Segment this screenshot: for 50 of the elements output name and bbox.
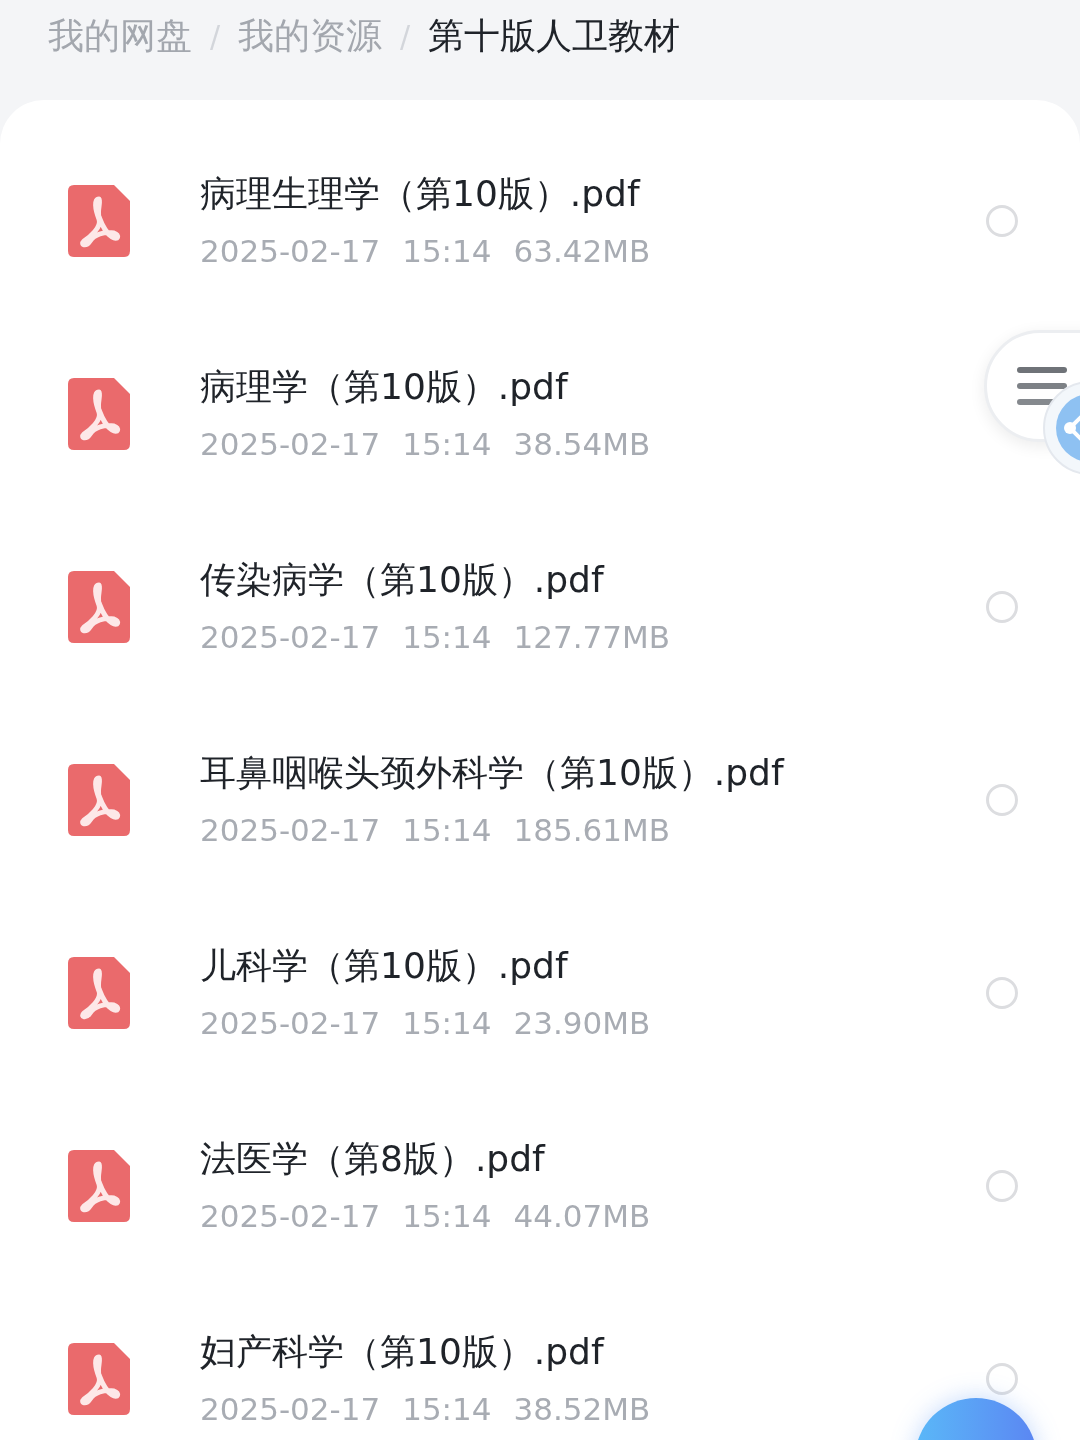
pdf-file-icon: [68, 1342, 130, 1415]
select-radio[interactable]: [986, 783, 1018, 816]
pdf-file-icon: [68, 570, 130, 643]
file-name: 法医学（第8版）.pdf: [200, 1136, 547, 1181]
file-size: 44.07MB: [513, 1196, 651, 1236]
breadcrumb-separator: /: [400, 17, 411, 56]
file-size: 23.90MB: [513, 1003, 651, 1043]
file-row[interactable]: 病理生理学（第10版）.pdf 2025-02-17 15:14 63.42MB: [0, 124, 1080, 317]
file-size: 127.77MB: [513, 617, 670, 657]
select-radio[interactable]: [986, 1169, 1018, 1202]
file-row[interactable]: 病理学（第10版）.pdf 2025-02-17 15:14 38.54MB: [0, 317, 1080, 510]
pdf-file-icon: [68, 763, 130, 836]
file-name: 病理学（第10版）.pdf: [200, 364, 570, 409]
file-row[interactable]: 儿科学（第10版）.pdf 2025-02-17 15:14 23.90MB: [0, 896, 1080, 1089]
file-row[interactable]: 耳鼻咽喉头颈外科学（第10版）.pdf 2025-02-17 15:14 185.61MB: [0, 703, 1080, 896]
pdf-file-icon: [68, 184, 130, 257]
file-size: 38.54MB: [513, 424, 651, 464]
file-time: 15:14: [402, 1196, 492, 1236]
file-date: 2025-02-17: [200, 1003, 381, 1043]
file-date: 2025-02-17: [200, 424, 381, 464]
file-row[interactable]: 传染病学（第10版）.pdf 2025-02-17 15:14 127.77MB: [0, 510, 1080, 703]
file-name: 病理生理学（第10版）.pdf: [200, 171, 642, 216]
file-time: 15:14: [402, 810, 492, 850]
file-name: 儿科学（第10版）.pdf: [200, 943, 570, 988]
file-name: 传染病学（第10版）.pdf: [200, 557, 606, 602]
file-date: 2025-02-17: [200, 617, 381, 657]
file-time: 15:14: [402, 231, 492, 271]
file-row[interactable]: 法医学（第8版）.pdf 2025-02-17 15:14 44.07MB: [0, 1089, 1080, 1282]
file-time: 15:14: [402, 1003, 492, 1043]
select-radio[interactable]: [986, 590, 1018, 623]
file-date: 2025-02-17: [200, 1196, 381, 1236]
file-size: 63.42MB: [513, 231, 651, 271]
breadcrumb-item[interactable]: 第十版人卫教材: [428, 9, 681, 63]
pdf-file-icon: [68, 1149, 130, 1222]
file-name: 耳鼻咽喉头颈外科学（第10版）.pdf: [200, 750, 786, 795]
file-size: 185.61MB: [513, 810, 670, 850]
pdf-file-icon: [68, 377, 130, 450]
file-date: 2025-02-17: [200, 231, 381, 271]
file-size: 38.52MB: [513, 1389, 651, 1429]
select-radio[interactable]: [986, 1362, 1018, 1395]
file-time: 15:14: [402, 617, 492, 657]
select-radio[interactable]: [986, 976, 1018, 1009]
file-date: 2025-02-17: [200, 1389, 381, 1429]
select-radio[interactable]: [986, 204, 1018, 237]
file-time: 15:14: [402, 1389, 492, 1429]
file-date: 2025-02-17: [200, 810, 381, 850]
file-time: 15:14: [402, 424, 492, 464]
file-name: 妇产科学（第10版）.pdf: [200, 1329, 606, 1374]
breadcrumb-separator: /: [210, 17, 221, 56]
pdf-file-icon: [68, 956, 130, 1029]
